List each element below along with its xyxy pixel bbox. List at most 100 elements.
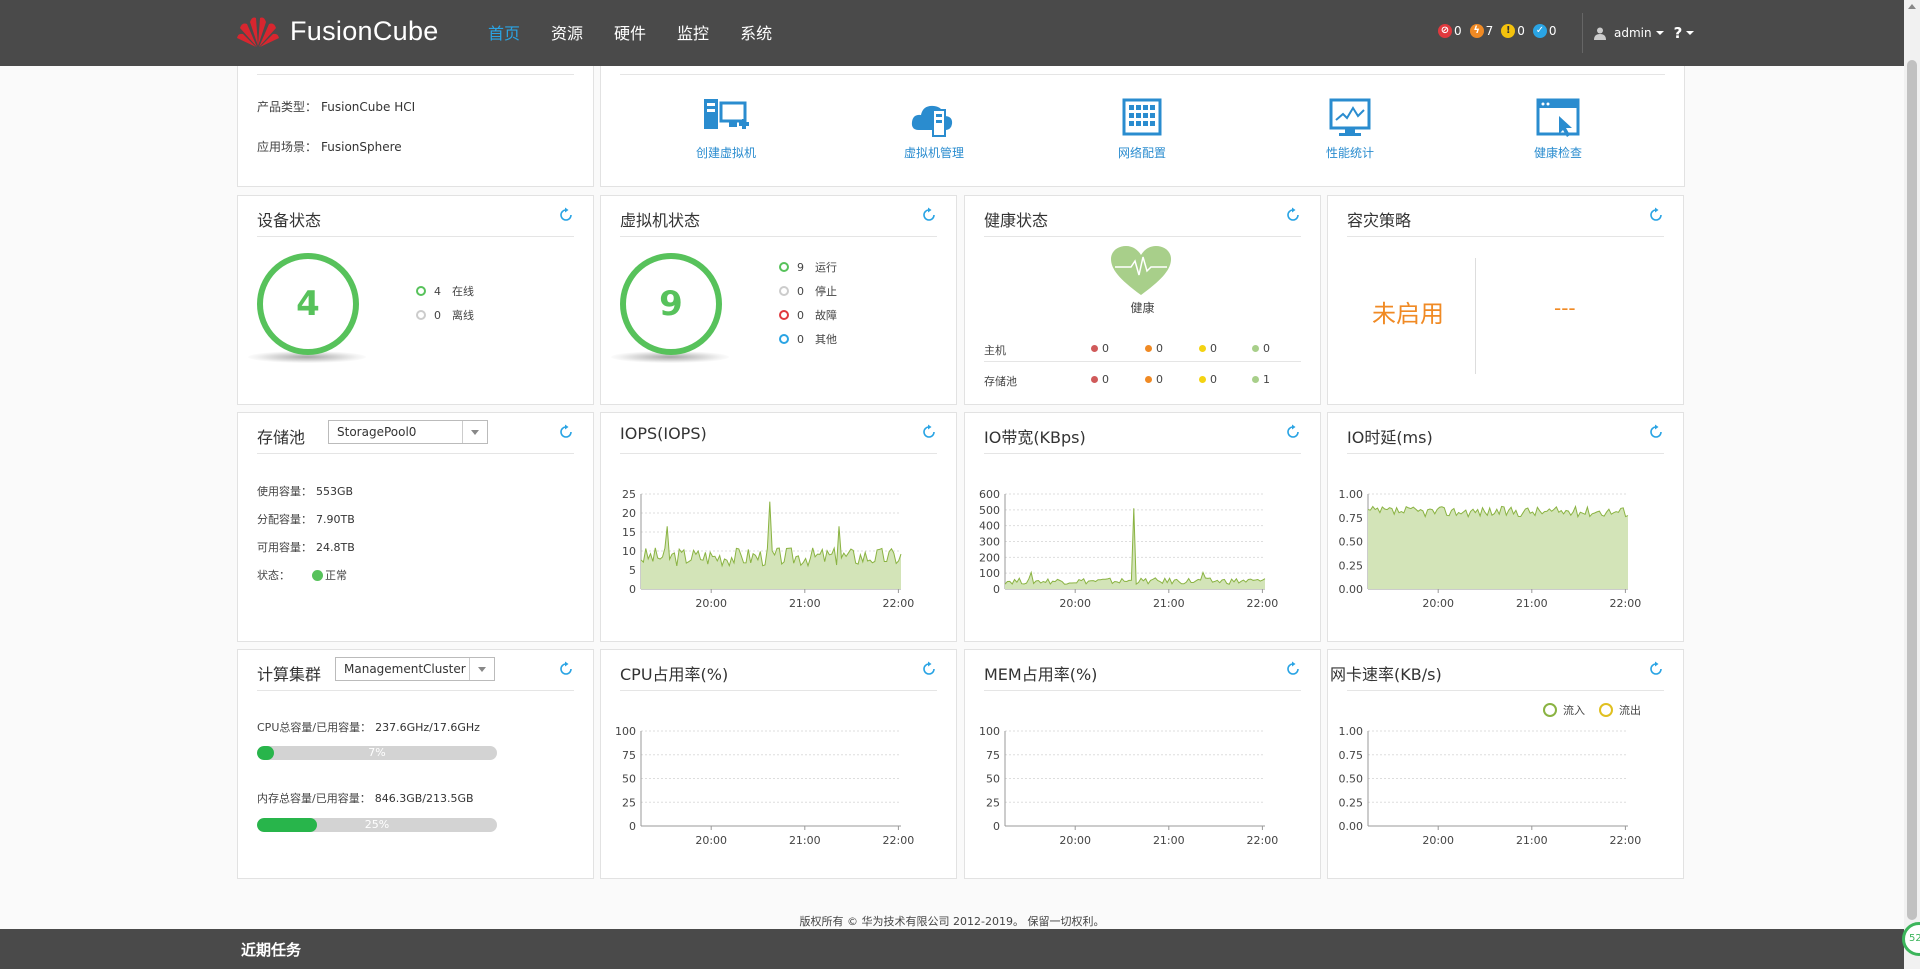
legend-label: 其他 [815, 333, 837, 346]
legend-label: 运行 [815, 261, 837, 274]
nav-home[interactable]: 首页 [488, 20, 520, 44]
app-name: FusionCube [290, 15, 439, 46]
nav-resources[interactable]: 资源 [551, 20, 583, 44]
product-type-label: 产品类型： [257, 100, 318, 114]
top-navigation-bar: FusionCube 首页 资源 硬件 监控 系统 ⊘ 0 ϟ7 ! 0 ✓ 0 ad… [0, 0, 1904, 66]
compute-cluster-select[interactable]: ManagementCluster [335, 657, 495, 681]
status-dot-icon [1145, 345, 1152, 352]
legend-count: 0 [797, 332, 804, 346]
count-value: 0 [1156, 373, 1163, 386]
scroll-thumb[interactable] [1907, 60, 1917, 920]
cpu-capacity-row: CPU总容量/已用容量： 237.6GHz/17.6GHz [257, 719, 480, 735]
x-tick-label: 20:00 [1059, 834, 1091, 847]
nav-monitor[interactable]: 监控 [677, 20, 709, 44]
divider [1582, 13, 1583, 53]
y-tick-label: 100 [979, 725, 1000, 738]
x-tick-label: 22:00 [1610, 834, 1642, 847]
x-tick-label: 21:00 [1516, 834, 1548, 847]
quick-action-label: 健康检查 [1533, 146, 1582, 160]
device-status-card: 设备状态 4 4 在线 0 离线 [237, 195, 594, 405]
alarm-minor[interactable]: ! 0 [1501, 24, 1525, 38]
quick-action-label: 性能统计 [1325, 146, 1374, 160]
divider [1475, 258, 1476, 374]
count-value: 1 [1263, 373, 1270, 386]
legend-label: 在线 [452, 285, 474, 298]
performance-stats-action[interactable]: 性能统计 [1290, 96, 1410, 161]
x-tick-label: 21:00 [1516, 597, 1548, 610]
legend-label: 故障 [815, 309, 837, 322]
storage-pool-select[interactable]: StoragePool0 [328, 420, 488, 444]
legend-count: 9 [797, 260, 804, 274]
alarm-warning[interactable]: ✓ 0 [1532, 24, 1557, 38]
x-tick-label: 20:00 [1059, 597, 1091, 610]
health-count: 0 [1145, 342, 1163, 355]
count-value: 0 [1102, 373, 1109, 386]
device-total-ring: 4 [257, 253, 359, 355]
divider [257, 453, 574, 454]
y-tick-label: 25 [622, 488, 636, 501]
create-vm-action[interactable]: 创建虚拟机 [666, 96, 786, 161]
x-tick-label: 22:00 [1247, 597, 1279, 610]
card-title: 健康状态 [984, 211, 1049, 230]
x-tick-label: 22:00 [883, 597, 915, 610]
status-dot-icon [1252, 376, 1259, 383]
divider [257, 74, 574, 75]
refresh-icon[interactable] [921, 207, 937, 223]
state-row: 状态： 正常 [257, 567, 347, 583]
y-tick-label: 0.00 [1339, 583, 1364, 596]
progress-text: 25% [364, 818, 390, 831]
user-menu[interactable]: admin ? [1594, 24, 1695, 42]
health-check-action[interactable]: 健康检查 [1498, 96, 1618, 161]
count-value: 0 [1102, 342, 1109, 355]
scroll-up-arrow-icon[interactable] [1908, 4, 1916, 9]
legend-offline: 0 离线 [416, 307, 474, 323]
recent-tasks-bar[interactable]: 近期任务 [0, 929, 1904, 969]
health-count: 0 [1252, 342, 1270, 355]
x-tick-label: 20:00 [1422, 834, 1454, 847]
info-value: 553GB [316, 485, 354, 498]
page-scrollbar[interactable] [1904, 0, 1920, 969]
critical-alarm-icon: ⊘ [1438, 24, 1452, 38]
y-tick-label: 75 [622, 749, 636, 762]
chevron-down-icon[interactable] [462, 421, 487, 443]
x-tick-label: 21:00 [1153, 834, 1185, 847]
cpu-usage-chart: 0 25 50 75 100 20:00 21:00 22:00 [615, 725, 914, 847]
x-tick-label: 20:00 [1422, 597, 1454, 610]
status-circle-icon [779, 286, 789, 296]
nav-hardware[interactable]: 硬件 [614, 20, 646, 44]
performance-stats-icon [1329, 98, 1371, 136]
y-tick-label: 0.50 [1339, 536, 1364, 549]
network-config-action[interactable]: 网络配置 [1082, 96, 1202, 161]
heart-health-icon [1111, 246, 1171, 295]
network-config-icon [1122, 98, 1162, 136]
allocated-capacity-row: 分配容量： 7.90TB [257, 511, 355, 527]
alarm-count: 7 [1485, 24, 1494, 38]
chevron-down-icon[interactable] [469, 658, 494, 680]
vm-management-action[interactable]: 虚拟机管理 [874, 96, 994, 161]
refresh-icon[interactable] [558, 661, 574, 677]
refresh-icon[interactable] [1648, 207, 1664, 223]
product-type-row: 产品类型： FusionCube HCI [257, 98, 415, 115]
refresh-icon[interactable] [558, 424, 574, 440]
nav-system[interactable]: 系统 [740, 20, 772, 44]
alarm-critical[interactable]: ⊘ 0 [1438, 24, 1462, 38]
health-count: 0 [1199, 342, 1217, 355]
alarm-major[interactable]: ϟ7 [1469, 24, 1494, 38]
y-tick-label: 25 [622, 796, 636, 809]
info-label: 内存总容量/已用容量： [257, 792, 371, 805]
refresh-icon[interactable] [558, 207, 574, 223]
info-label: 使用容量： [257, 485, 312, 498]
refresh-icon[interactable] [1285, 207, 1301, 223]
app-logo[interactable]: FusionCube [236, 14, 439, 48]
legend-label: 离线 [452, 309, 474, 322]
status-circle-icon [416, 286, 426, 296]
select-value: StoragePool0 [337, 425, 417, 439]
card-title: 计算集群 [257, 665, 322, 684]
health-check-icon [1536, 98, 1580, 137]
progress-text: 7% [368, 746, 386, 759]
status-dot-icon [312, 569, 323, 581]
help-button[interactable]: ? [1674, 24, 1683, 42]
health-row-label: 存储池 [984, 375, 1017, 388]
iops-chart: 0 5 10 15 20 25 20:00 21:00 22:00 [622, 488, 915, 610]
storage-pool-card: 存储池 StoragePool0 使用容量： 553GB 分配容量： 7.90TB … [237, 412, 594, 642]
